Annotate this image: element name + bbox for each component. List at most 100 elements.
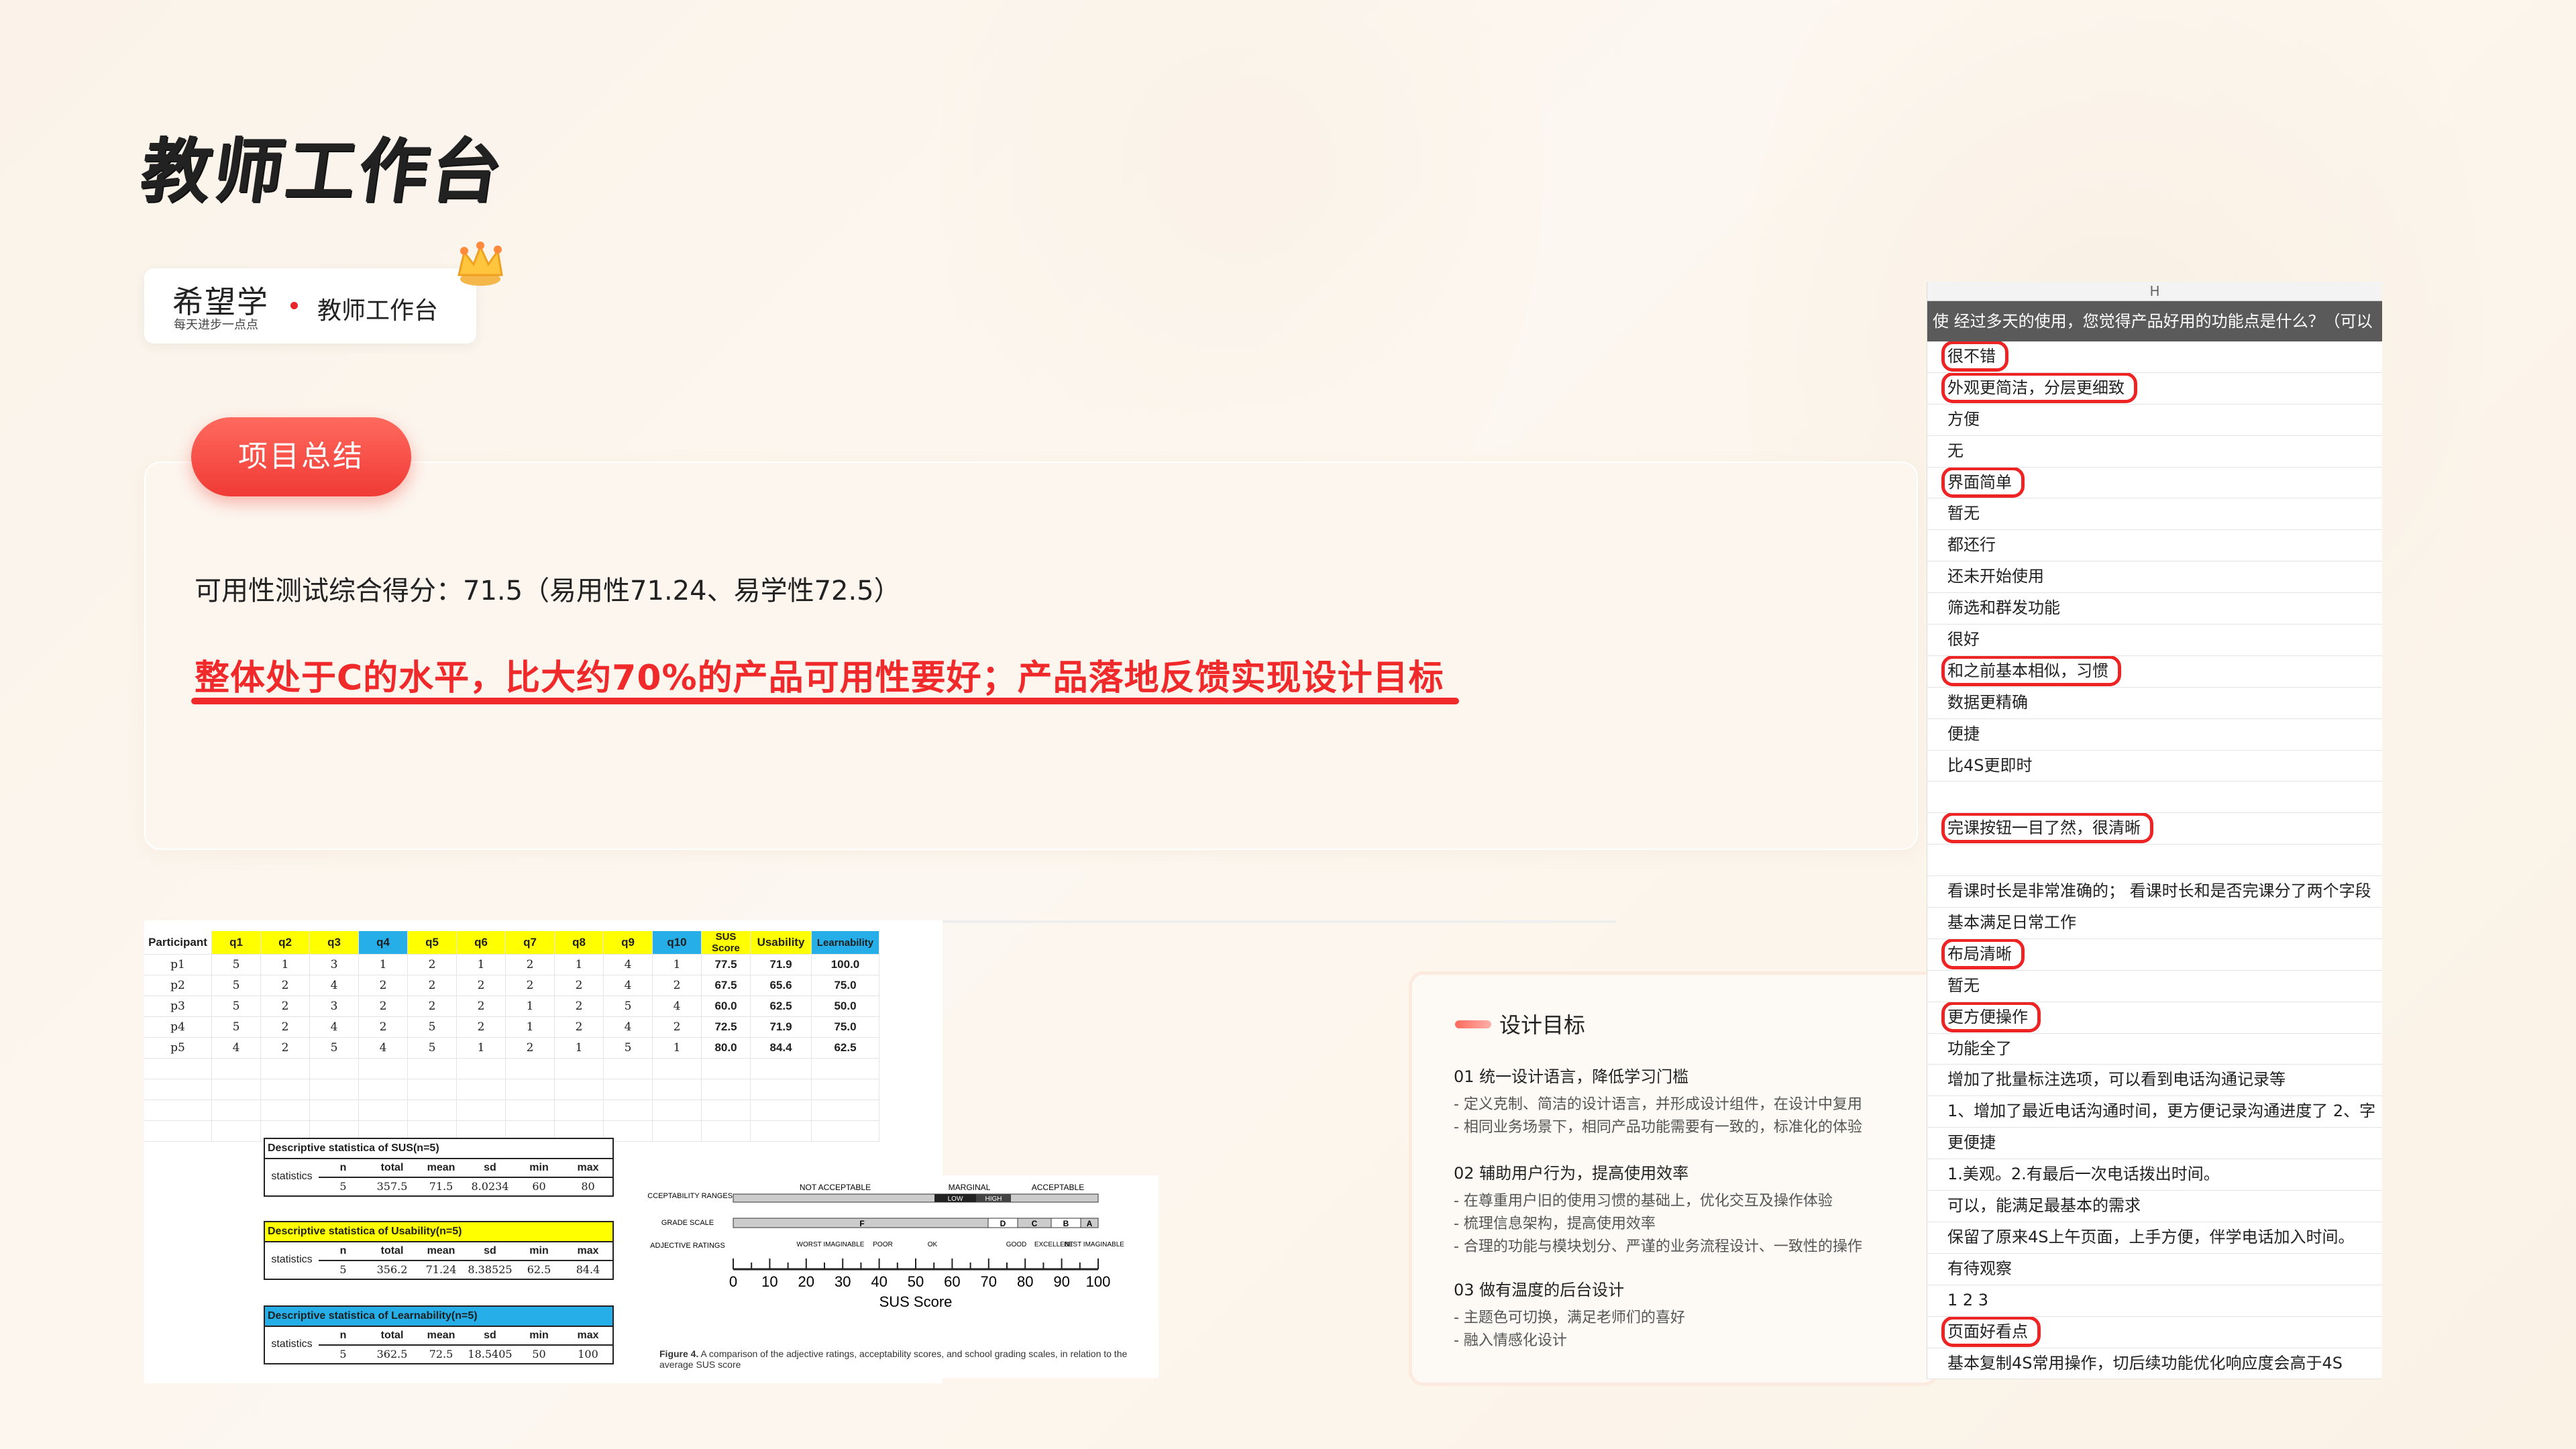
list-item[interactable]: 暂无 <box>1927 971 2382 1002</box>
table-cell-empty[interactable] <box>505 1099 555 1121</box>
list-item[interactable]: 可以，能满足最基本的需求 <box>1927 1191 2382 1222</box>
table-cell[interactable]: 5 <box>211 954 261 975</box>
list-item[interactable]: 功能全了 <box>1927 1034 2382 1065</box>
table-cell[interactable]: 4 <box>603 1016 653 1038</box>
table-cell-empty[interactable] <box>144 1058 212 1079</box>
table-cell[interactable]: 2 <box>554 975 604 996</box>
table-cell-empty[interactable] <box>456 1058 506 1079</box>
table-cell[interactable]: 4 <box>211 1037 261 1059</box>
table-cell-empty[interactable] <box>603 1079 653 1100</box>
table-cell-empty[interactable] <box>505 1079 555 1100</box>
table-cell-empty[interactable] <box>603 1058 653 1079</box>
list-item[interactable]: 都还行 <box>1927 530 2382 562</box>
table-cell[interactable]: 60.0 <box>701 996 751 1017</box>
table-cell[interactable]: 2 <box>554 1016 604 1038</box>
list-item[interactable]: 界面简单 <box>1927 467 2382 499</box>
list-item[interactable]: 更便捷 <box>1927 1128 2382 1160</box>
list-item[interactable]: 更方便操作 <box>1927 1002 2382 1034</box>
table-cell-empty[interactable] <box>407 1079 457 1100</box>
table-cell-empty[interactable] <box>505 1058 555 1079</box>
table-cell[interactable]: p4 <box>144 1016 212 1038</box>
table-cell-empty[interactable] <box>652 1079 702 1100</box>
list-item[interactable]: 布局清晰 <box>1927 938 2382 971</box>
list-item[interactable]: 比4S更即时 <box>1927 751 2382 782</box>
table-cell[interactable]: 4 <box>652 996 702 1017</box>
table-cell-empty[interactable] <box>554 1058 604 1079</box>
table-cell[interactable]: 1 <box>652 954 702 975</box>
table-cell-empty[interactable] <box>211 1120 261 1142</box>
list-item[interactable]: 很好 <box>1927 625 2382 656</box>
list-item[interactable]: 增加了批量标注选项，可以看到电话沟通记录等 <box>1927 1065 2382 1097</box>
table-cell[interactable]: 2 <box>358 1016 408 1038</box>
table-cell-empty[interactable] <box>211 1099 261 1121</box>
table-cell-empty[interactable] <box>144 1120 212 1142</box>
table-cell[interactable]: 1 <box>505 1016 555 1038</box>
table-cell[interactable]: 2 <box>260 1037 310 1059</box>
table-cell[interactable]: 72.5 <box>701 1016 751 1038</box>
table-cell[interactable]: 5 <box>407 1016 457 1038</box>
list-item[interactable]: 无 <box>1927 436 2382 468</box>
table-cell-empty[interactable] <box>603 1099 653 1121</box>
list-item[interactable]: 便捷 <box>1927 719 2382 751</box>
list-item[interactable]: 外观更简洁，分层更细致 <box>1927 372 2382 405</box>
table-cell-empty[interactable] <box>211 1058 261 1079</box>
table-cell-empty[interactable] <box>652 1120 702 1142</box>
table-cell-empty[interactable] <box>456 1079 506 1100</box>
table-cell[interactable]: 65.6 <box>750 975 812 996</box>
table-cell[interactable]: 5 <box>603 996 653 1017</box>
list-item[interactable]: 1、增加了最近电话沟通时间，更方便记录沟通进度了 2、字 <box>1927 1096 2382 1128</box>
table-cell[interactable]: 77.5 <box>701 954 751 975</box>
table-cell[interactable]: 2 <box>456 996 506 1017</box>
list-item[interactable]: 1.美观。2.有最后一次电话拨出时间。 <box>1927 1159 2382 1191</box>
table-cell[interactable]: 71.9 <box>750 1016 812 1038</box>
table-cell-empty[interactable] <box>407 1058 457 1079</box>
table-cell[interactable]: 1 <box>505 996 555 1017</box>
table-cell[interactable]: p2 <box>144 975 212 996</box>
table-cell-empty[interactable] <box>554 1099 604 1121</box>
table-cell[interactable]: 2 <box>456 975 506 996</box>
table-cell[interactable]: 2 <box>554 996 604 1017</box>
table-cell[interactable]: 100.0 <box>811 954 879 975</box>
table-cell-empty[interactable] <box>750 1120 812 1142</box>
table-cell[interactable]: 1 <box>456 954 506 975</box>
table-cell-empty[interactable] <box>358 1099 408 1121</box>
table-cell[interactable]: 2 <box>407 975 457 996</box>
list-item[interactable]: 页面好看点 <box>1927 1316 2382 1348</box>
table-cell[interactable]: 62.5 <box>750 996 812 1017</box>
table-cell[interactable]: p1 <box>144 954 212 975</box>
table-cell-empty[interactable] <box>811 1058 879 1079</box>
table-cell[interactable]: 84.4 <box>750 1037 812 1059</box>
list-item[interactable]: 数据更精确 <box>1927 688 2382 719</box>
table-cell[interactable]: 2 <box>358 975 408 996</box>
list-item[interactable]: 暂无 <box>1927 498 2382 531</box>
table-cell[interactable]: 2 <box>260 975 310 996</box>
list-item[interactable]: 很不错 <box>1927 341 2382 373</box>
table-cell-empty[interactable] <box>750 1079 812 1100</box>
table-cell[interactable]: 1 <box>358 954 408 975</box>
table-cell[interactable]: 2 <box>456 1016 506 1038</box>
table-cell-empty[interactable] <box>456 1099 506 1121</box>
table-cell[interactable]: 1 <box>456 1037 506 1059</box>
list-item[interactable] <box>1927 845 2382 877</box>
table-cell-empty[interactable] <box>309 1058 359 1079</box>
table-cell-empty[interactable] <box>652 1099 702 1121</box>
table-cell[interactable]: 75.0 <box>811 1016 879 1038</box>
list-item[interactable]: 还未开始使用 <box>1927 561 2382 594</box>
table-cell-empty[interactable] <box>701 1058 751 1079</box>
table-cell-empty[interactable] <box>554 1079 604 1100</box>
table-cell[interactable]: 1 <box>652 1037 702 1059</box>
table-cell[interactable]: 1 <box>554 1037 604 1059</box>
table-cell-empty[interactable] <box>144 1099 212 1121</box>
table-cell[interactable]: 2 <box>358 996 408 1017</box>
survey-question-cell[interactable]: 使 经过多天的使用，您觉得产品好用的功能点是什么？（可以 <box>1927 301 2382 341</box>
table-cell[interactable]: 71.9 <box>750 954 812 975</box>
table-cell[interactable]: 5 <box>407 1037 457 1059</box>
table-cell[interactable]: 3 <box>309 996 359 1017</box>
list-item[interactable]: 保留了原来4S上午页面，上手方便，伴学电话加入时间。 <box>1927 1222 2382 1254</box>
table-cell-empty[interactable] <box>811 1120 879 1142</box>
table-cell[interactable]: p5 <box>144 1037 212 1059</box>
table-cell-empty[interactable] <box>811 1099 879 1121</box>
table-cell[interactable]: 1 <box>260 954 310 975</box>
column-header[interactable]: H <box>1927 282 2382 301</box>
list-item[interactable]: 1 2 3 <box>1927 1285 2382 1317</box>
